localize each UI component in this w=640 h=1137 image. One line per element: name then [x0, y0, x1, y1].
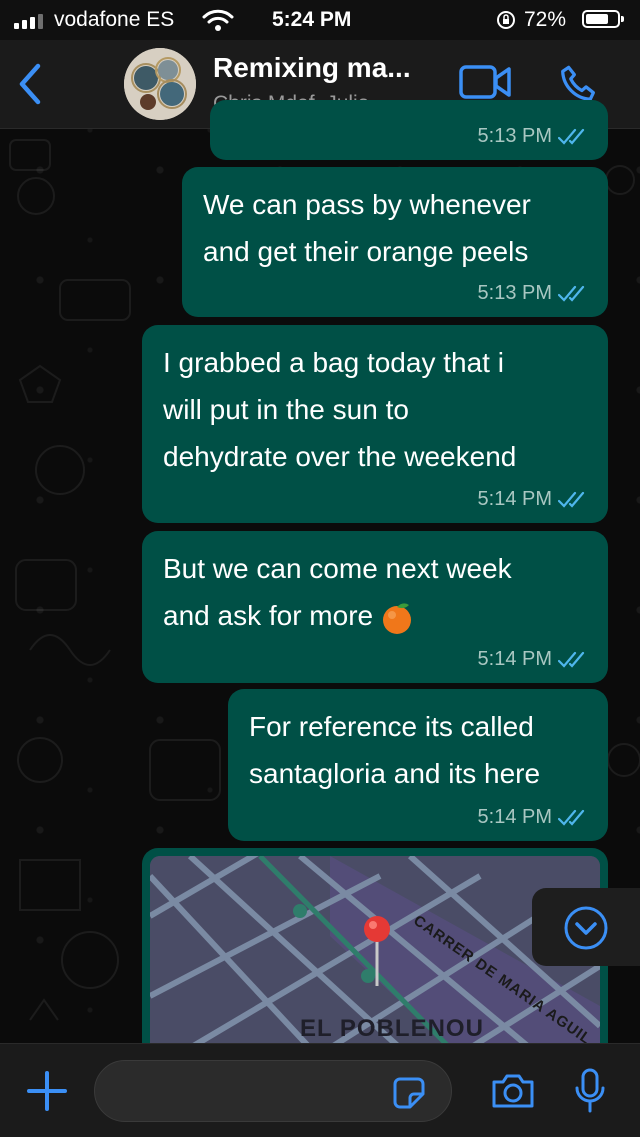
battery-icon	[582, 10, 624, 28]
double-check-icon	[558, 809, 585, 826]
sticker-icon[interactable]	[392, 1076, 426, 1110]
microphone-icon[interactable]	[574, 1068, 606, 1114]
scroll-to-bottom-button[interactable]	[532, 888, 640, 966]
message-bubble[interactable]: For reference its called santagloria and…	[228, 689, 608, 841]
orientation-lock-icon	[497, 11, 515, 29]
message-time: 5:14 PM	[477, 806, 552, 828]
message-bubble[interactable]: 5:13 PM	[210, 100, 608, 160]
message-text: For reference its called santagloria and…	[249, 711, 541, 789]
double-check-icon	[558, 128, 585, 145]
double-check-icon	[558, 491, 585, 508]
map-district-label: EL POBLENOU	[300, 1015, 484, 1042]
clock: 5:24 PM	[272, 8, 352, 31]
message-time: 5:13 PM	[477, 282, 552, 304]
message-time: 5:13 PM	[477, 125, 552, 147]
chat-title[interactable]: Remixing ma...	[213, 52, 411, 84]
message-bubble[interactable]: But we can come next week and ask for mo…	[142, 531, 608, 683]
back-icon[interactable]	[16, 62, 44, 106]
message-text: I grabbed a bag today that i will put in…	[163, 347, 517, 472]
group-avatar[interactable]	[124, 48, 196, 120]
scroll-down-icon	[564, 906, 608, 950]
location-pin-icon	[364, 916, 390, 986]
carrier-name: vodafone ES	[54, 8, 175, 31]
signal-strength-icon	[14, 14, 43, 29]
message-text: We can pass by whenever and get their or…	[203, 189, 531, 267]
battery-percent: 72%	[524, 8, 567, 31]
double-check-icon	[558, 285, 585, 302]
message-text-content: But we can come next week and ask for mo…	[163, 553, 512, 631]
status-bar: vodafone ES 5:24 PM 72%	[0, 0, 640, 40]
message-time: 5:14 PM	[477, 488, 552, 510]
orange-emoji-icon	[383, 603, 412, 634]
video-call-icon[interactable]	[458, 64, 512, 100]
message-bubble[interactable]: I grabbed a bag today that i will put in…	[142, 325, 608, 523]
message-text: But we can come next week and ask for mo…	[163, 545, 512, 639]
wifi-icon	[202, 9, 234, 31]
message-meta: 5:14 PM	[478, 648, 588, 671]
double-check-icon	[558, 651, 585, 668]
camera-icon[interactable]	[490, 1072, 536, 1110]
message-meta: 5:13 PM	[478, 282, 588, 305]
message-meta: 5:13 PM	[478, 125, 588, 148]
message-meta: 5:14 PM	[478, 488, 588, 511]
message-time: 5:14 PM	[477, 648, 552, 670]
plus-icon[interactable]	[26, 1070, 68, 1112]
message-bubble[interactable]: We can pass by whenever and get their or…	[182, 167, 608, 317]
message-meta: 5:14 PM	[478, 806, 588, 829]
message-composer	[0, 1043, 640, 1137]
